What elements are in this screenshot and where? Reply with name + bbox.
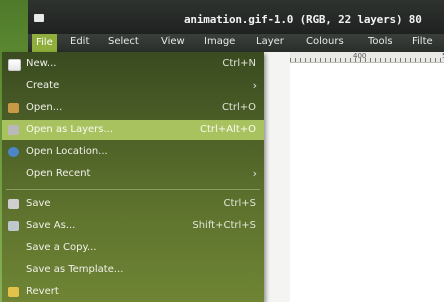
menu-item-label: Save As...: [26, 220, 76, 231]
menu-item-label: Save a Copy...: [26, 242, 97, 253]
menu-item-open-location[interactable]: Open Location...: [2, 142, 264, 162]
submenu-arrow-icon: ›: [252, 79, 257, 92]
open-as-layers-icon: [8, 125, 19, 135]
window-title: animation.gif-1.0 (RGB, 22 layers) 80: [184, 13, 422, 26]
menu-item-label: Save: [26, 198, 51, 209]
menu-view[interactable]: View: [161, 36, 185, 47]
menu-item-label: Save as Template...: [26, 264, 124, 275]
menu-file[interactable]: File: [32, 34, 57, 52]
image-canvas[interactable]: [290, 63, 444, 302]
window-menu-icon[interactable]: [34, 14, 44, 22]
horizontal-ruler: 400 500: [290, 52, 444, 63]
menu-edit[interactable]: Edit: [70, 36, 89, 47]
menu-item-shortcut: Ctrl+N: [222, 58, 256, 69]
revert-icon: [8, 287, 19, 297]
menu-item-label: New...: [26, 58, 57, 69]
menu-item-create[interactable]: Create ›: [2, 76, 264, 96]
globe-icon: [8, 147, 19, 157]
menu-item-save-a-copy[interactable]: Save a Copy...: [2, 238, 264, 258]
menu-item-save-as-template[interactable]: Save as Template...: [2, 260, 264, 280]
menu-item-shortcut: Ctrl+O: [221, 102, 256, 113]
menu-item-open-recent[interactable]: Open Recent ›: [2, 164, 264, 184]
menu-filters[interactable]: Filte: [412, 36, 433, 47]
title-bar[interactable]: animation.gif-1.0 (RGB, 22 layers) 80: [28, 0, 444, 34]
menu-item-label: Open Location...: [26, 146, 108, 157]
ruler-ticks: [290, 58, 444, 62]
save-as-icon: [8, 221, 19, 231]
menu-tools[interactable]: Tools: [368, 36, 393, 47]
menu-item-label: Open as Layers...: [26, 124, 114, 135]
menu-item-save[interactable]: Save Ctrl+S: [2, 194, 264, 214]
menu-item-label: Open Recent: [26, 168, 91, 179]
file-menu-dropdown: New... Ctrl+N Create › Open... Ctrl+O Op…: [2, 52, 264, 302]
menu-item-save-as[interactable]: Save As... Shift+Ctrl+S: [2, 216, 264, 236]
menu-item-shortcut: Shift+Ctrl+S: [192, 220, 256, 231]
menu-item-revert[interactable]: Revert: [2, 282, 264, 302]
menu-item-new[interactable]: New... Ctrl+N: [2, 54, 264, 74]
menu-bar: File Edit Select View Image Layer Colour…: [28, 34, 444, 52]
menu-layer[interactable]: Layer: [256, 36, 284, 47]
menu-select[interactable]: Select: [108, 36, 139, 47]
menu-colours[interactable]: Colours: [306, 36, 344, 47]
save-icon: [8, 199, 19, 209]
open-folder-icon: [8, 103, 19, 113]
menu-item-label: Open...: [26, 102, 63, 113]
menu-item-shortcut: Ctrl+S: [223, 198, 256, 209]
menu-item-open-as-layers[interactable]: Open as Layers... Ctrl+Alt+O: [2, 120, 264, 140]
menu-image[interactable]: Image: [204, 36, 235, 47]
menu-item-label: Revert: [26, 286, 59, 297]
submenu-arrow-icon: ›: [252, 167, 257, 180]
menu-item-shortcut: Ctrl+Alt+O: [200, 124, 256, 135]
ruler-label: 400: [353, 52, 367, 60]
menu-item-label: Create: [26, 80, 60, 91]
new-file-icon: [8, 59, 21, 71]
menu-item-open[interactable]: Open... Ctrl+O: [2, 98, 264, 118]
menu-separator: [6, 189, 260, 190]
